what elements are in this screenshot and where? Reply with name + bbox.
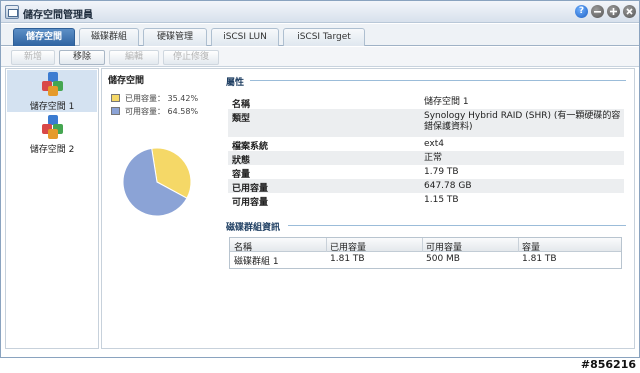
property-value: 1.79 TB — [424, 167, 459, 177]
minimize-button[interactable] — [591, 5, 604, 18]
remove-button[interactable]: 移除 — [59, 50, 105, 65]
volume-list-item[interactable]: 儲存空間 1 — [7, 70, 97, 112]
disk-group-section-title: 磁碟群組資訊 — [226, 223, 281, 233]
disk-group-table: 名稱 已用容量 可用容量 容量 磁碟群組 1 1.81 TB 500 MB 1.… — [229, 237, 622, 269]
property-value: 儲存空間 1 — [424, 97, 469, 107]
table-cell: 1.81 TB — [522, 254, 557, 264]
volume-list-item[interactable]: 儲存空間 2 — [7, 113, 97, 155]
volume-detail-panel: 儲存空間 已用容量： 35.42% 可用容量： 64.58% 屬性 名稱 儲存空… — [101, 68, 635, 349]
property-key: 可用容量 — [232, 198, 269, 208]
property-row: 檔案系統 ext4 — [228, 137, 624, 152]
title-bar: 儲存空間管理員 ? — [1, 1, 639, 23]
properties-divider — [250, 80, 626, 81]
maximize-button[interactable] — [607, 5, 620, 18]
property-value: 1.15 TB — [424, 195, 459, 205]
help-button[interactable]: ? — [575, 5, 588, 18]
property-row: 狀態 正常 — [228, 151, 624, 166]
table-header: 名稱 已用容量 可用容量 容量 — [230, 238, 621, 253]
property-row: 類型 Synology Hybrid RAID (SHR) (有一顆硬碟的容錯保… — [228, 109, 624, 137]
property-row: 可用容量 1.15 TB — [228, 193, 624, 208]
minimize-icon — [594, 11, 601, 13]
close-button[interactable] — [623, 5, 636, 18]
disk-group-divider — [288, 225, 626, 226]
table-cell: 1.81 TB — [330, 254, 365, 264]
image-footer: #856216 — [0, 358, 640, 373]
volume-label: 儲存空間 2 — [29, 145, 75, 155]
window-title: 儲存空間管理員 — [23, 10, 93, 21]
pool-title: 儲存空間 — [108, 76, 145, 86]
free-swatch — [111, 107, 120, 115]
tab-disk-group[interactable]: 磁碟群組 — [79, 28, 139, 46]
property-row: 已用容量 647.78 GB — [228, 179, 624, 194]
watermark-id: #856216 — [580, 358, 636, 371]
property-row: 容量 1.79 TB — [228, 165, 624, 180]
tab-hdd-management[interactable]: 硬碟管理 — [143, 28, 207, 46]
property-value: ext4 — [424, 139, 444, 149]
tab-bar: 儲存空間 磁碟群組 硬碟管理 iSCSI LUN iSCSI Target — [1, 24, 639, 46]
property-value: 正常 — [424, 153, 443, 163]
plus-icon — [610, 8, 617, 15]
volume-label: 儲存空間 1 — [29, 102, 75, 112]
tab-iscsi-target[interactable]: iSCSI Target — [283, 28, 365, 46]
legend-used-label: 已用容量： 35.42% — [125, 94, 199, 103]
volume-icon — [42, 72, 64, 96]
property-value: Synology Hybrid RAID (SHR) (有一顆硬碟的容錯保護資料… — [424, 111, 621, 132]
volume-icon — [42, 115, 64, 139]
edit-button[interactable]: 編輯 — [109, 50, 159, 65]
stop-repair-button[interactable]: 停止修復 — [163, 50, 219, 65]
table-cell: 磁碟群組 1 — [234, 257, 279, 267]
used-swatch — [111, 94, 120, 102]
properties-section-title: 屬性 — [226, 78, 245, 88]
storage-manager-app-icon — [5, 5, 19, 19]
create-button[interactable]: 新增 — [11, 50, 55, 65]
property-key: 類型 — [232, 114, 251, 124]
table-cell: 500 MB — [426, 254, 460, 264]
property-value: 647.78 GB — [424, 181, 472, 191]
properties-list: 名稱 儲存空間 1 類型 Synology Hybrid RAID (SHR) … — [228, 95, 624, 208]
toolbar: 新增 移除 編輯 停止修復 — [1, 47, 639, 67]
volume-list: 儲存空間 1 儲存空間 2 — [5, 68, 99, 349]
close-icon — [626, 8, 633, 15]
table-row[interactable]: 磁碟群組 1 1.81 TB 500 MB 1.81 TB — [230, 252, 621, 268]
tab-iscsi-lun[interactable]: iSCSI LUN — [211, 28, 279, 46]
property-row: 名稱 儲存空間 1 — [228, 95, 624, 110]
tab-storage-volume[interactable]: 儲存空間 — [13, 28, 75, 46]
legend-free-label: 可用容量： 64.58% — [125, 107, 199, 116]
usage-pie-chart — [122, 147, 192, 217]
storage-manager-window: 儲存空間管理員 ? 儲存空間 磁碟群組 硬碟管理 iSCSI LUN iSCSI… — [0, 0, 640, 358]
